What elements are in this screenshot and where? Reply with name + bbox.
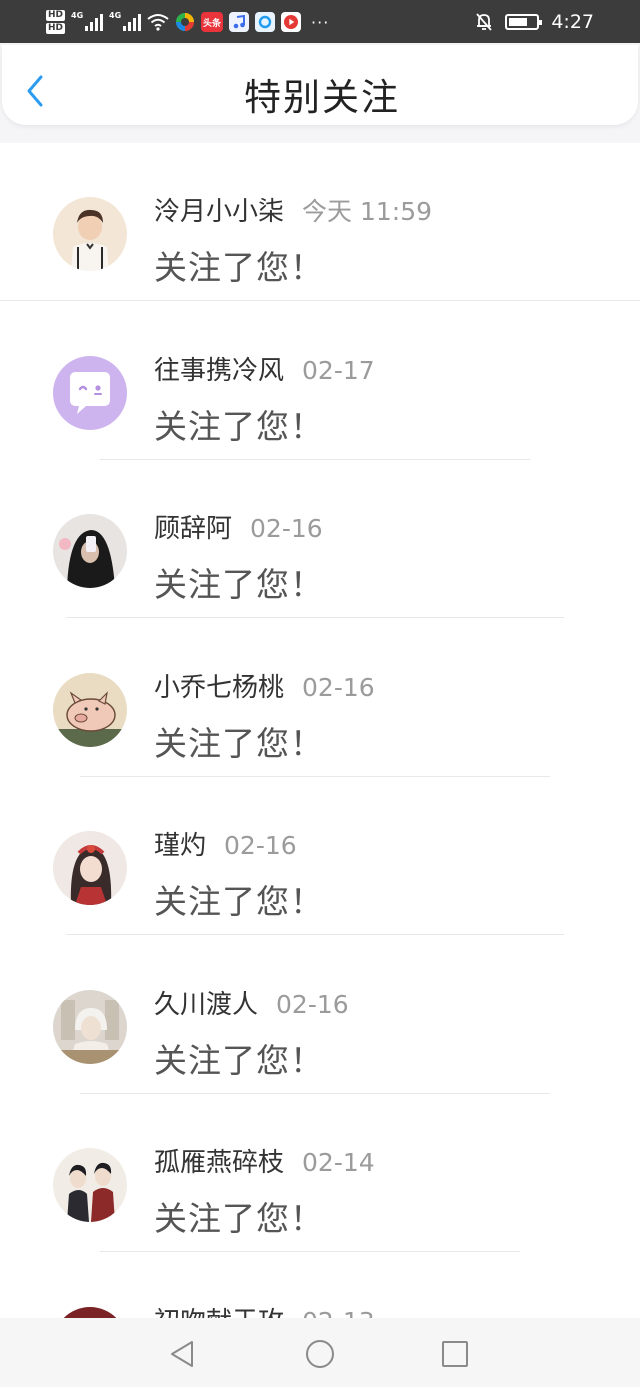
- list-item[interactable]: 小乔七杨桃 02-16 关注了您！: [0, 619, 640, 778]
- list-item[interactable]: 久川渡人 02-16 关注了您！: [0, 936, 640, 1095]
- sim2-label: 4G: [109, 11, 122, 20]
- notification-message: 关注了您！: [154, 248, 324, 287]
- avatar[interactable]: [53, 672, 127, 747]
- toutiao-icon: 头条: [201, 12, 224, 32]
- name-row: 顾辞阿 02-16: [154, 508, 323, 545]
- avatar[interactable]: [53, 514, 127, 588]
- notification-time: 02-14: [302, 1148, 375, 1177]
- nav-home-button[interactable]: [300, 1334, 340, 1374]
- status-icons-left: HD HD 4G 4G 头条 ···: [46, 4, 329, 40]
- clock: 4:27: [551, 10, 594, 33]
- notification-message: 关注了您！: [154, 406, 324, 446]
- notification-message: 关注了您！: [154, 1040, 324, 1080]
- list-item[interactable]: 往事携冷风 02-17 关注了您！: [0, 302, 640, 461]
- user-name[interactable]: 泠月小小柒: [154, 191, 284, 228]
- user-name[interactable]: 往事携冷风: [154, 350, 284, 387]
- hd-label-1: HD: [46, 10, 66, 21]
- recents-square-icon: [442, 1341, 468, 1367]
- user-name[interactable]: 顾辞阿: [154, 508, 232, 545]
- user-name[interactable]: 久川渡人: [154, 984, 258, 1021]
- video-icon: [281, 12, 302, 32]
- avatar[interactable]: [53, 989, 127, 1064]
- back-triangle-icon: [171, 1341, 193, 1367]
- user-name[interactable]: 孤雁燕碎枝: [154, 1142, 284, 1179]
- page-title: 特别关注: [244, 76, 400, 119]
- list-item[interactable]: 孤雁燕碎枝 02-14 关注了您！: [0, 1094, 640, 1253]
- qq-browser-icon: [255, 12, 276, 32]
- list-item[interactable]: 顾辞阿 02-16 关注了您！: [0, 460, 640, 619]
- user-name[interactable]: 小乔七杨桃: [154, 667, 284, 704]
- hd-icon: HD HD: [46, 9, 66, 35]
- user-name[interactable]: 瑾灼: [154, 825, 206, 862]
- hd-label-2: HD: [46, 23, 66, 34]
- name-row: 泠月小小柒 今天 11:59: [154, 191, 432, 228]
- avatar[interactable]: [53, 197, 127, 271]
- nav-recents-button[interactable]: [435, 1334, 475, 1374]
- header: 特别关注: [0, 43, 640, 143]
- notification-time: 02-16: [276, 989, 349, 1019]
- avatar[interactable]: [53, 831, 127, 905]
- name-row: 孤雁燕碎枝 02-14: [154, 1142, 375, 1179]
- header-card: 特别关注: [2, 45, 638, 125]
- notification-message: 关注了您！: [154, 723, 324, 763]
- name-row: 小乔七杨桃 02-16: [154, 667, 375, 704]
- avatar[interactable]: [53, 1148, 127, 1222]
- wifi-icon: [147, 14, 169, 31]
- list-item[interactable]: 泠月小小柒 今天 11:59 关注了您！: [0, 143, 640, 302]
- notification-message: 关注了您！: [154, 1199, 324, 1238]
- 360-icon: [176, 13, 195, 31]
- avatar[interactable]: [53, 355, 127, 430]
- notification-time: 02-16: [302, 672, 375, 702]
- notification-time: 今天 11:59: [302, 197, 433, 226]
- navigation-bar: [0, 1318, 640, 1387]
- notification-message: 关注了您！: [154, 565, 324, 604]
- notification-message: 关注了您！: [154, 882, 324, 921]
- list-item[interactable]: 瑾灼 02-16 关注了您！: [0, 777, 640, 936]
- sim1-label: 4G: [71, 11, 84, 20]
- signal-icon: 4G: [71, 11, 104, 31]
- notification-time: 02-16: [250, 514, 323, 543]
- status-icons-right: 4:27: [475, 0, 594, 43]
- signal-icon-2: 4G: [109, 11, 142, 31]
- battery-level: [509, 17, 528, 26]
- music-icon: [229, 12, 250, 32]
- home-circle-icon: [306, 1340, 334, 1368]
- notification-time: 02-17: [302, 355, 375, 385]
- name-row: 瑾灼 02-16: [154, 825, 297, 862]
- status-bar: HD HD 4G 4G 头条 ··· 4:27: [0, 0, 640, 43]
- toutiao-label: 头条: [203, 18, 222, 29]
- nav-back-button[interactable]: [162, 1334, 202, 1374]
- notification-list[interactable]: 泠月小小柒 今天 11:59 关注了您！ 往事携冷风 02-17 关注了您！ 顾…: [0, 143, 640, 1387]
- name-row: 往事携冷风 02-17: [154, 350, 375, 387]
- battery-icon: [505, 13, 543, 30]
- name-row: 久川渡人 02-16: [154, 984, 349, 1021]
- more-notifications-icon: ···: [311, 12, 330, 32]
- notification-time: 02-16: [224, 831, 297, 860]
- mute-bell-icon: [476, 12, 493, 31]
